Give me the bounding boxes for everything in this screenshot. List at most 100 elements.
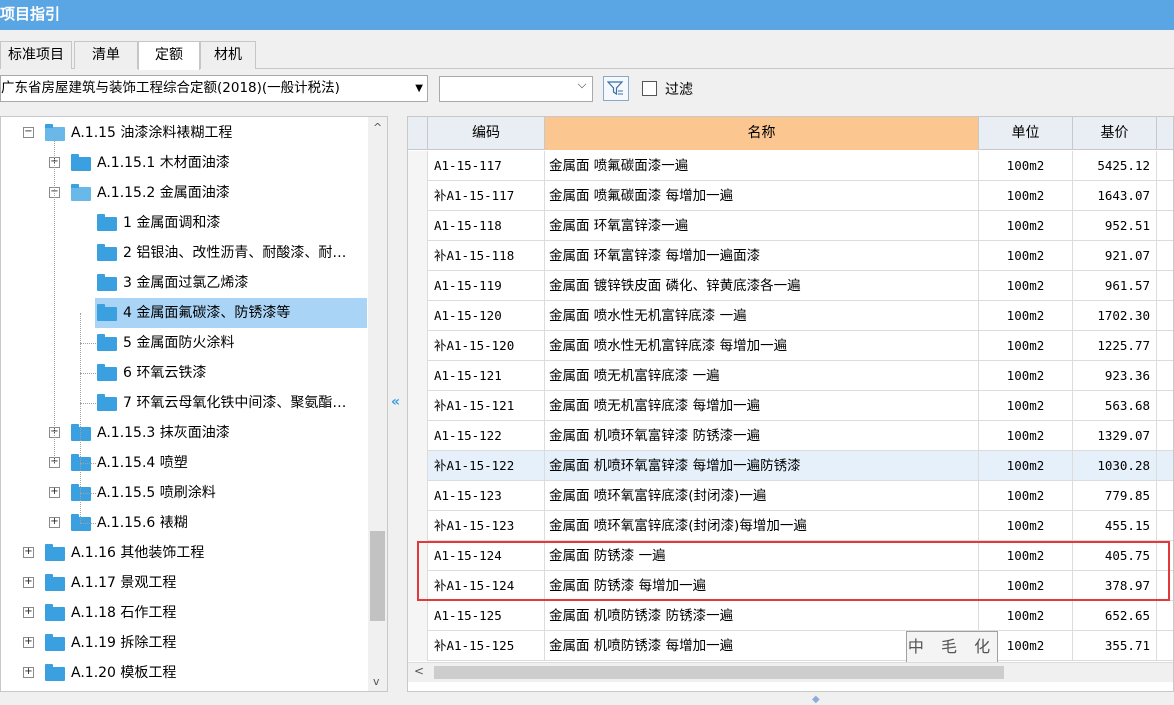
tree-scrollbar[interactable]: ^ v [368, 117, 387, 691]
price-cell: 1329.07 [1073, 421, 1157, 451]
tree-node-label: 7 环氧云母氧化铁中间漆、聚氨酯… [123, 395, 347, 411]
folder-icon [97, 244, 117, 261]
dropdown-arrow-icon: ▼ [415, 83, 423, 94]
quota-library-select[interactable]: 广东省房屋建筑与装饰工程综合定额(2018)(一般计税法) ▼ [0, 75, 428, 102]
grid-header: 编码 名称 单位 基价 [408, 117, 1173, 150]
tab-materials[interactable]: 材机 [200, 41, 256, 69]
tree-node[interactable]: + A.1.15.4 喷塑 [1, 448, 367, 478]
folder-icon [45, 664, 65, 681]
table-row[interactable]: 补A1-15-120 金属面 喷水性无机富锌底漆 每增加一遍 100m2 1225.7… [408, 331, 1173, 361]
quota-grid: 编码 名称 单位 基价 A1-15-117 金属面 喷氟碳面漆一遍 100m2 542… [407, 116, 1174, 692]
unit-cell: 100m2 [979, 241, 1073, 271]
table-row[interactable]: 补A1-15-122 金属面 机喷环氧富锌漆 每增加一遍防锈漆 100m2 1030.… [408, 451, 1173, 481]
tree-node[interactable]: + A.1.16 其他装饰工程 [1, 538, 367, 568]
tree-node[interactable]: + A.1.15.5 喷刷涂料 [1, 478, 367, 508]
scroll-down-icon[interactable]: v [373, 675, 380, 688]
folder-icon [71, 454, 91, 471]
name-cell: 金属面 喷氟碳面漆一遍 [545, 151, 979, 181]
tree-node[interactable]: + A.1.15.3 抹灰面油漆 [1, 418, 367, 448]
table-row[interactable]: 补A1-15-123 金属面 喷环氧富锌底漆(封闭漆)每增加一遍 100m2 455.… [408, 511, 1173, 541]
table-row[interactable]: A1-15-117 金属面 喷氟碳面漆一遍 100m2 5425.12 [408, 151, 1173, 181]
tab-bill[interactable]: 清单 [74, 41, 138, 69]
tree-node[interactable]: + A.1.19 拆除工程 [1, 628, 367, 658]
tree-node-label: A.1.19 拆除工程 [71, 635, 177, 651]
folder-icon [45, 124, 65, 141]
table-row[interactable]: 补A1-15-118 金属面 环氧富锌漆 每增加一遍面漆 100m2 921.07 [408, 241, 1173, 271]
row-indicator [408, 211, 428, 241]
table-row[interactable]: A1-15-125 金属面 机喷防锈漆 防锈漆一遍 100m2 652.65 [408, 601, 1173, 631]
expand-icon[interactable]: + [23, 637, 34, 648]
tree-node[interactable]: − A.1.15 油漆涂料裱糊工程 [1, 118, 367, 148]
collapse-left-icon[interactable]: « [391, 394, 400, 410]
grid-hscroll-thumb[interactable] [434, 666, 1004, 679]
tree-node[interactable]: + A.1.17 景观工程 [1, 568, 367, 598]
unit-cell: 100m2 [979, 421, 1073, 451]
header-name[interactable]: 名称 [545, 117, 979, 150]
resize-grip-icon[interactable]: ◆ [812, 694, 824, 705]
table-row[interactable]: A1-15-124 金属面 防锈漆 一遍 100m2 405.75 [408, 541, 1173, 571]
tree-node-label: A.1.15.1 木材面油漆 [97, 155, 230, 171]
table-row[interactable]: 补A1-15-125 金属面 机喷防锈漆 每增加一遍 100m2 355.71 [408, 631, 1173, 661]
code-cell: 补A1-15-117 [428, 181, 545, 211]
name-cell: 金属面 喷水性无机富锌底漆 每增加一遍 [545, 331, 979, 361]
search-combo[interactable] [439, 76, 593, 102]
tab-standard-items[interactable]: 标准项目 [0, 41, 72, 69]
filter-button[interactable] [603, 76, 629, 101]
tree-node[interactable]: + A.1.15.1 木材面油漆 [1, 148, 367, 178]
tree-scroll-thumb[interactable] [370, 531, 385, 621]
table-row[interactable]: A1-15-118 金属面 环氧富锌漆一遍 100m2 952.51 [408, 211, 1173, 241]
expand-icon[interactable]: + [23, 547, 34, 558]
scroll-up-icon[interactable]: ^ [373, 121, 382, 134]
table-row[interactable]: 补A1-15-117 金属面 喷氟碳面漆 每增加一遍 100m2 1643.07 [408, 181, 1173, 211]
tree-node[interactable]: 2 铝银油、改性沥青、耐酸漆、耐… [1, 238, 367, 268]
scroll-left-icon[interactable]: < [414, 664, 424, 678]
table-row[interactable]: A1-15-119 金属面 镀锌铁皮面 磷化、锌黄底漆各一遍 100m2 961.57 [408, 271, 1173, 301]
collapse-icon[interactable]: − [23, 127, 34, 138]
table-row[interactable]: A1-15-121 金属面 喷无机富锌底漆 一遍 100m2 923.36 [408, 361, 1173, 391]
expand-icon[interactable]: + [23, 577, 34, 588]
tree-node[interactable]: 7 环氧云母氧化铁中间漆、聚氨酯… [1, 388, 367, 418]
filter-label: 过滤 [665, 82, 693, 98]
tree-node[interactable]: + A.1.18 石作工程 [1, 598, 367, 628]
tree-connector [54, 133, 55, 464]
tab-quota[interactable]: 定额 [138, 41, 200, 70]
unit-cell: 100m2 [979, 181, 1073, 211]
row-indicator [408, 511, 428, 541]
name-cell: 金属面 环氧富锌漆一遍 [545, 211, 979, 241]
row-indicator [408, 421, 428, 451]
header-code[interactable]: 编码 [428, 117, 545, 150]
unit-cell: 100m2 [979, 481, 1073, 511]
header-unit[interactable]: 单位 [979, 117, 1073, 150]
table-row[interactable]: A1-15-122 金属面 机喷环氧富锌漆 防锈漆一遍 100m2 1329.07 [408, 421, 1173, 451]
code-cell: 补A1-15-123 [428, 511, 545, 541]
row-indicator [408, 451, 428, 481]
filter-checkbox[interactable] [642, 81, 657, 96]
price-cell: 779.85 [1073, 481, 1157, 511]
grid-hscrollbar[interactable]: < [408, 662, 1173, 682]
tree-node-label: A.1.15 油漆涂料裱糊工程 [71, 125, 233, 141]
tree-node[interactable]: + A.1.15.6 裱糊 [1, 508, 367, 538]
tree-node[interactable]: 6 环氧云铁漆 [1, 358, 367, 388]
price-cell: 455.15 [1073, 511, 1157, 541]
table-row[interactable]: 补A1-15-124 金属面 防锈漆 每增加一遍 100m2 378.97 [408, 571, 1173, 601]
tab-bar: 标准项目 清单 定额 材机 [0, 30, 1174, 70]
tree-connector [80, 373, 96, 374]
tree-node[interactable]: 3 金属面过氯乙烯漆 [1, 268, 367, 298]
header-price[interactable]: 基价 [1073, 117, 1157, 150]
expand-icon[interactable]: + [49, 517, 60, 528]
tree-node[interactable]: 5 金属面防火涂料 [1, 328, 367, 358]
tree-connector [80, 493, 96, 494]
tree-node[interactable]: − A.1.15.2 金属面油漆 [1, 178, 367, 208]
table-row[interactable]: A1-15-123 金属面 喷环氧富锌底漆(封闭漆)一遍 100m2 779.85 [408, 481, 1173, 511]
expand-icon[interactable]: + [23, 607, 34, 618]
tree-node[interactable]: 4 金属面氟碳漆、防锈漆等 [95, 298, 367, 328]
tree-node[interactable]: + A.1.20 模板工程 [1, 658, 367, 688]
table-row[interactable]: 补A1-15-121 金属面 喷无机富锌底漆 每增加一遍 100m2 563.68 [408, 391, 1173, 421]
expand-icon[interactable]: + [49, 487, 60, 498]
name-cell: 金属面 喷无机富锌底漆 每增加一遍 [545, 391, 979, 421]
tree-node[interactable]: 1 金属面调和漆 [1, 208, 367, 238]
expand-icon[interactable]: + [23, 667, 34, 678]
table-row[interactable]: A1-15-120 金属面 喷水性无机富锌底漆 一遍 100m2 1702.30 [408, 301, 1173, 331]
tree-node-label: 6 环氧云铁漆 [123, 365, 207, 381]
panel-splitter[interactable]: « [389, 116, 405, 692]
